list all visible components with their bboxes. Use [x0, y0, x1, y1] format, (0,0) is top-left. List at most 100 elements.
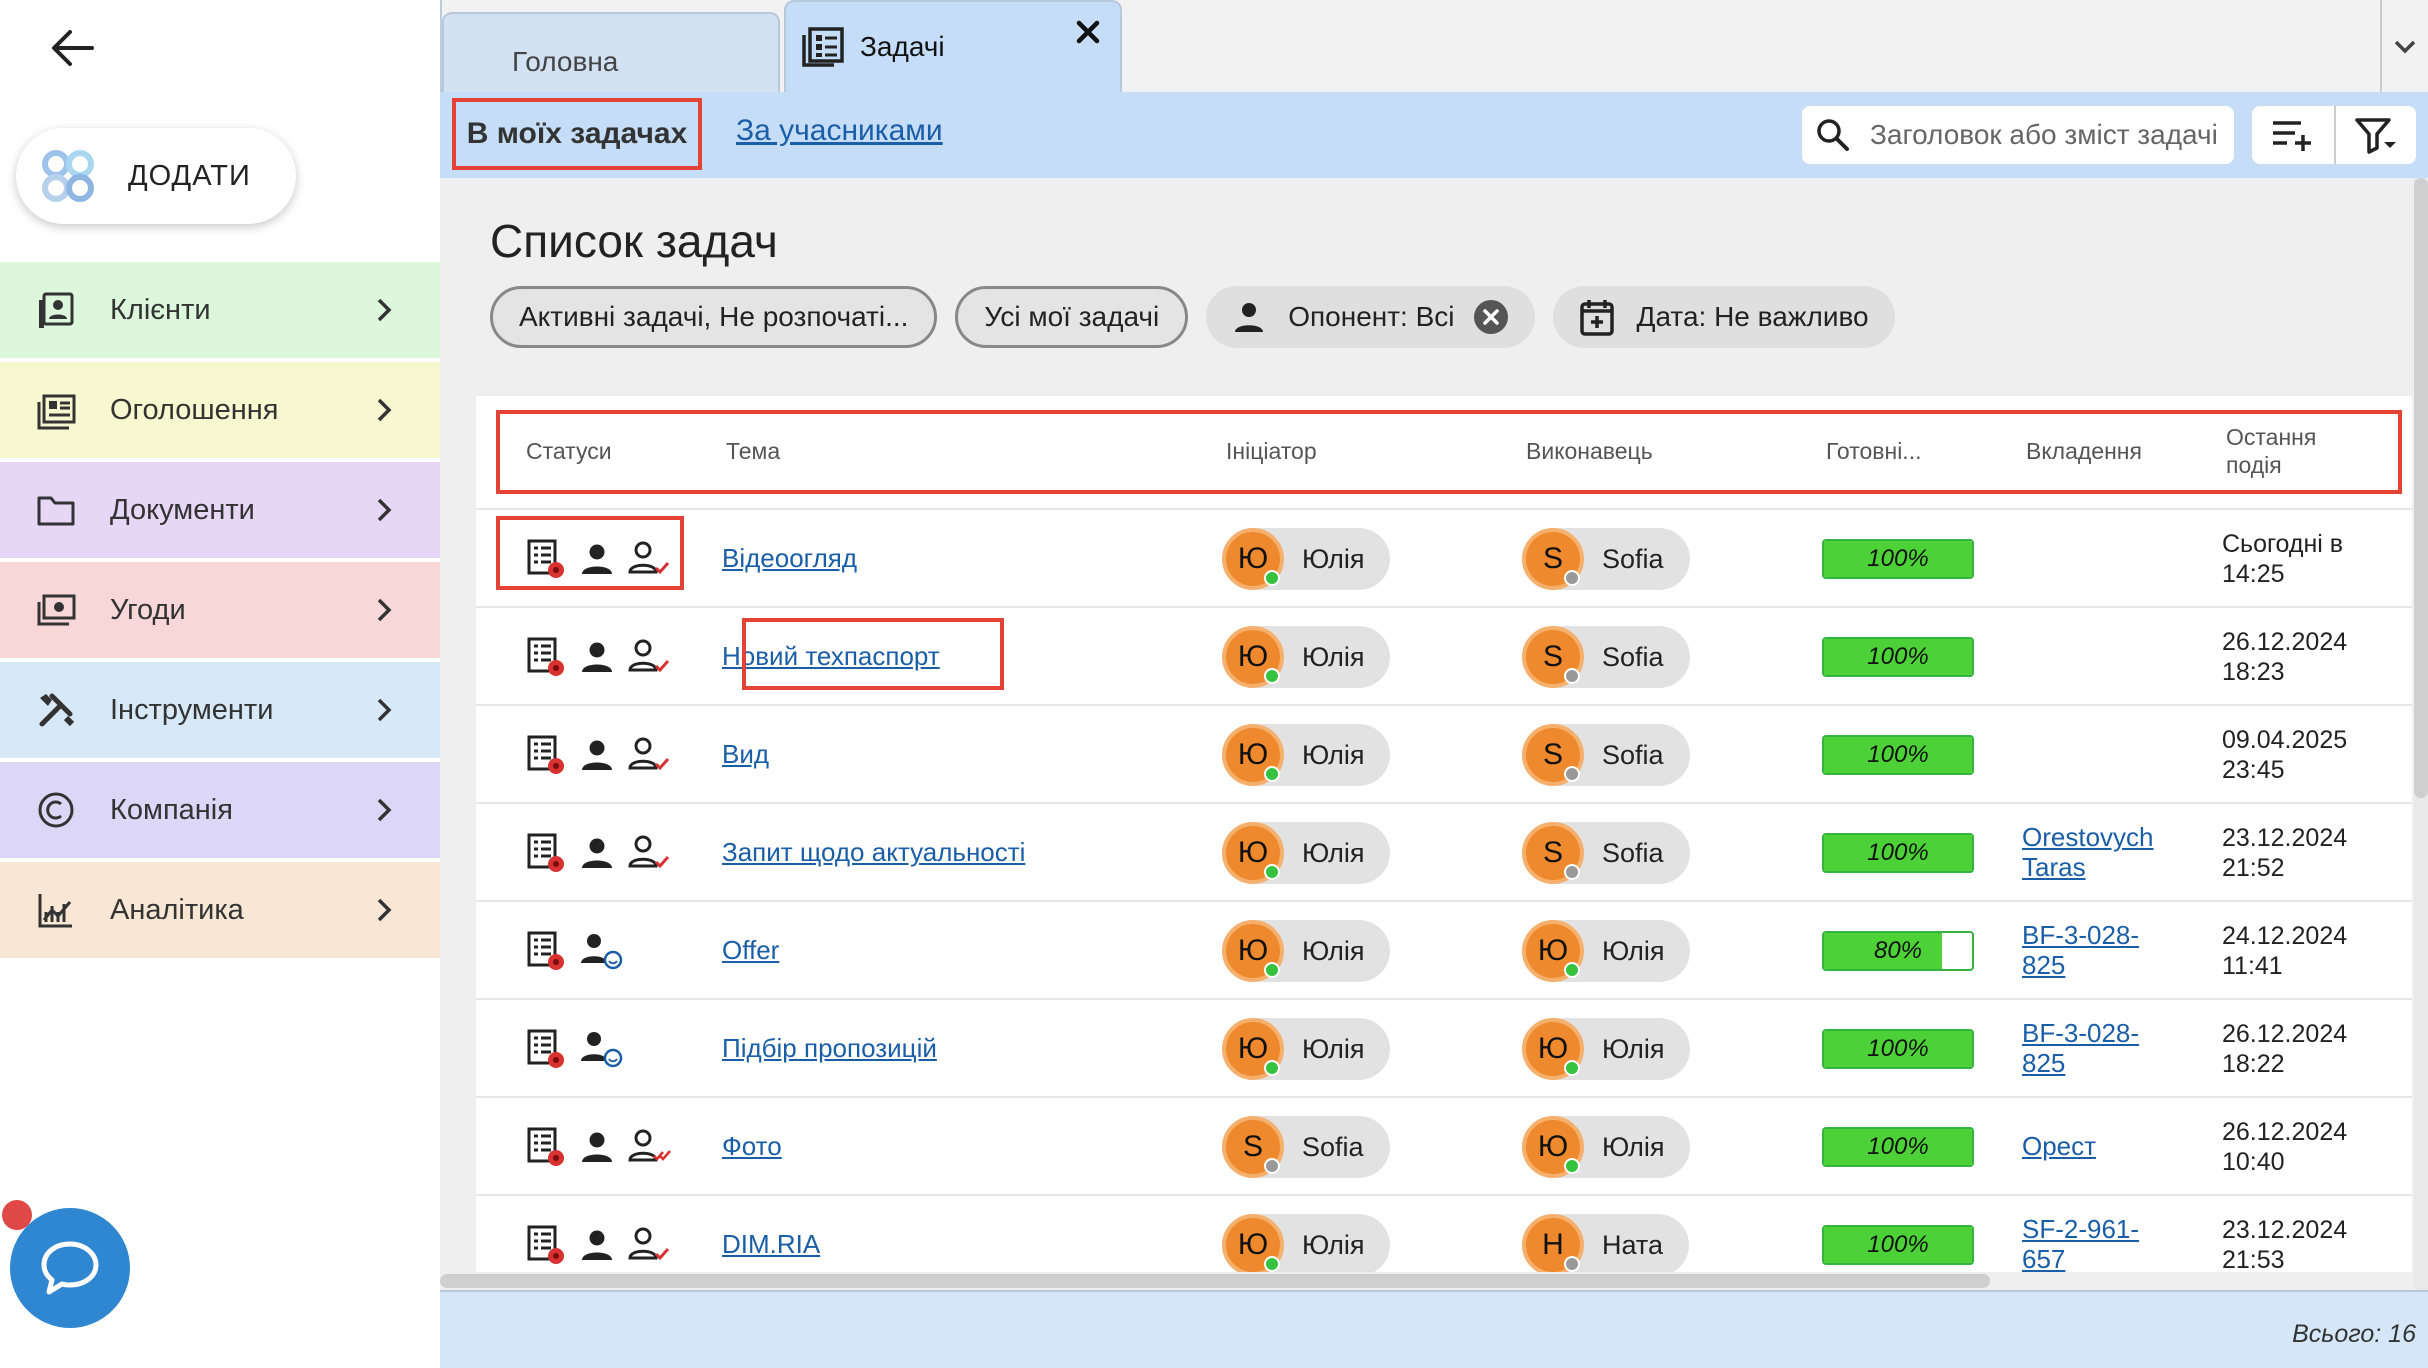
sidebar-item-clients[interactable]: Клієнти	[0, 262, 440, 358]
initiator-chip[interactable]: Ю Юлія	[1222, 822, 1391, 884]
last-event-date: 26.12.2024 18:23	[2222, 628, 2348, 686]
task-topic-link[interactable]: Новий техпаспорт	[722, 641, 940, 672]
initiator-chip[interactable]: Ю Юлія	[1222, 626, 1391, 688]
tab-tasks[interactable]: Задачі	[784, 0, 1122, 92]
initiator-chip[interactable]: Ю Юлія	[1222, 1018, 1391, 1080]
attachment-link[interactable]: SF-2-961- 657	[2022, 1214, 2139, 1272]
avatar-initial: Ю	[1537, 1032, 1569, 1065]
task-topic-link[interactable]: Вид	[722, 739, 769, 770]
avatar-initial: Ю	[1237, 934, 1269, 967]
attachment-link[interactable]: BF-3-028- 825	[2022, 1018, 2139, 1079]
chevron-right-icon	[377, 798, 392, 822]
sidebar-item-tools[interactable]: Інструменти	[0, 662, 440, 758]
table-row[interactable]: Відеоогляд Ю Юлія S Sofia 100% Сьогодні в 14:2…	[476, 508, 2412, 606]
table-row[interactable]: Новий техпаспорт Ю Юлія S Sofia 100% 26.12.202…	[476, 606, 2412, 704]
last-event-date: 23.12.2024 21:53	[2222, 1216, 2348, 1272]
avatar-initial: Ю	[1237, 1228, 1269, 1261]
close-icon[interactable]	[1072, 16, 1104, 48]
executor-cell: S Sofia	[1522, 608, 1690, 706]
search-input[interactable]	[1870, 119, 2230, 151]
scope-filter-chip[interactable]: Усі мої задачі	[955, 286, 1189, 348]
task-topic-link[interactable]: Offer	[722, 935, 779, 966]
task-topic-link[interactable]: Фото	[722, 1131, 782, 1162]
contacts-icon	[34, 288, 78, 332]
executor-chip[interactable]: Ю Юлія	[1522, 1018, 1691, 1080]
vertical-scrollbar[interactable]	[2414, 178, 2428, 798]
date-filter-chip[interactable]: Дата: Не важливо	[1552, 286, 1895, 348]
task-topic-link[interactable]: Підбір пропозицій	[722, 1033, 937, 1064]
subtab-by-participants[interactable]: За учасниками	[736, 114, 943, 148]
attachment-cell: BF-3-028- 825	[2022, 1000, 2139, 1098]
attachment-link[interactable]: BF-3-028- 825	[2022, 920, 2139, 981]
table-row[interactable]: Фото S Sofia Ю Юлія 100% Орест 26.12.2024 10:40	[476, 1096, 2412, 1194]
initiator-chip[interactable]: Ю Юлія	[1222, 724, 1391, 786]
executor-chip[interactable]: S Sofia	[1522, 528, 1690, 590]
tabs-dropdown-button[interactable]	[2380, 0, 2428, 92]
person-icon	[580, 738, 614, 772]
clear-icon[interactable]	[1473, 299, 1509, 335]
horizontal-scrollbar[interactable]	[440, 1274, 1990, 1288]
table-row[interactable]: Запит щодо актуальності Ю Юлія S Sofia 100% Or…	[476, 802, 2412, 900]
initiator-chip[interactable]: Ю Юлія	[1222, 920, 1391, 982]
sidebar-item-company[interactable]: Компанія	[0, 762, 440, 858]
column-executor[interactable]: Виконавець	[1526, 414, 1653, 490]
table-row[interactable]: Offer Ю Юлія Ю Юлія 80% BF-3-028- 825 24.12.202…	[476, 900, 2412, 998]
task-topic-link[interactable]: Відеоогляд	[722, 543, 857, 574]
attachment-cell: Orestovych Taras	[2022, 804, 2154, 902]
initiator-cell: Ю Юлія	[1222, 706, 1391, 804]
avatar-initial: S	[1542, 836, 1563, 869]
executor-cell: Ю Юлія	[1522, 1098, 1691, 1196]
progress-label: 100%	[1867, 741, 1929, 768]
executor-chip[interactable]: Ю Юлія	[1522, 1116, 1691, 1178]
last-event-cell: 09.04.2025 23:45	[2222, 706, 2347, 804]
executor-name: Юлія	[1602, 1033, 1665, 1064]
column-attachments[interactable]: Вкладення	[2026, 414, 2142, 490]
initiator-chip[interactable]: Ю Юлія	[1222, 1214, 1391, 1272]
progress-label: 80%	[1873, 937, 1923, 964]
filter-button[interactable]	[2334, 106, 2416, 164]
chat-button[interactable]	[10, 1208, 130, 1328]
attachment-link[interactable]: Orestovych Taras	[2022, 822, 2154, 883]
last-event-cell: Сьогодні в 14:25	[2222, 510, 2343, 608]
executor-chip[interactable]: S Sofia	[1522, 822, 1690, 884]
executor-chip[interactable]: Н Ната	[1522, 1214, 1690, 1272]
avatar-initial: Н	[1542, 1228, 1564, 1261]
column-initiator[interactable]: Ініціатор	[1226, 414, 1317, 490]
person-check-icon	[628, 1226, 672, 1264]
status-filter-chip[interactable]: Активні задачі, Не розпочаті...	[490, 286, 938, 348]
person-icon	[580, 542, 614, 576]
sidebar-item-listings[interactable]: Оголошення	[0, 362, 440, 458]
executor-chip[interactable]: S Sofia	[1522, 724, 1690, 786]
add-filter-button[interactable]	[2252, 106, 2334, 164]
sidebar-item-analytics[interactable]: Аналітика	[0, 862, 440, 958]
initiator-chip[interactable]: S Sofia	[1222, 1116, 1390, 1178]
table-row[interactable]: DIM.RIA Ю Юлія Н Ната 100% SF-2-961- 657 23.12.…	[476, 1194, 2412, 1272]
attachment-link[interactable]: Орест	[2022, 1131, 2096, 1162]
column-readiness[interactable]: Готовні...	[1826, 414, 1921, 490]
tab-home[interactable]: Головна	[442, 12, 780, 92]
avatar: Ю	[1222, 724, 1284, 786]
initiator-cell: Ю Юлія	[1222, 510, 1391, 608]
chat-icon	[41, 1241, 99, 1295]
opponent-filter-label: Опонент: Всі	[1288, 301, 1455, 332]
subtab-my-tasks[interactable]: В моїх задачах	[452, 98, 702, 170]
task-topic-link[interactable]: DIM.RIA	[722, 1229, 820, 1260]
initiator-chip[interactable]: Ю Юлія	[1222, 528, 1391, 590]
topic-cell: Відеоогляд	[722, 510, 857, 608]
avatar-initial: Ю	[1237, 640, 1269, 673]
table-row[interactable]: Підбір пропозицій Ю Юлія Ю Юлія 100% BF-3-028-…	[476, 998, 2412, 1096]
column-last-event[interactable]: Остання подія	[2226, 414, 2316, 490]
executor-chip[interactable]: Ю Юлія	[1522, 920, 1691, 982]
column-statuses[interactable]: Статуси	[526, 414, 612, 490]
opponent-filter-chip[interactable]: Опонент: Всі	[1206, 286, 1535, 348]
back-button[interactable]	[40, 20, 104, 76]
sidebar-item-deals[interactable]: Угоди	[0, 562, 440, 658]
add-button-label: ДОДАТИ	[128, 159, 251, 192]
table-row[interactable]: Вид Ю Юлія S Sofia 100% 09.04.2025 23:45	[476, 704, 2412, 802]
add-button[interactable]: ДОДАТИ	[16, 128, 296, 224]
sidebar-item-documents[interactable]: Документи	[0, 462, 440, 558]
executor-chip[interactable]: S Sofia	[1522, 626, 1690, 688]
task-topic-link[interactable]: Запит щодо актуальності	[722, 837, 1025, 868]
column-topic[interactable]: Тема	[726, 414, 780, 490]
person-icon	[580, 1130, 614, 1164]
